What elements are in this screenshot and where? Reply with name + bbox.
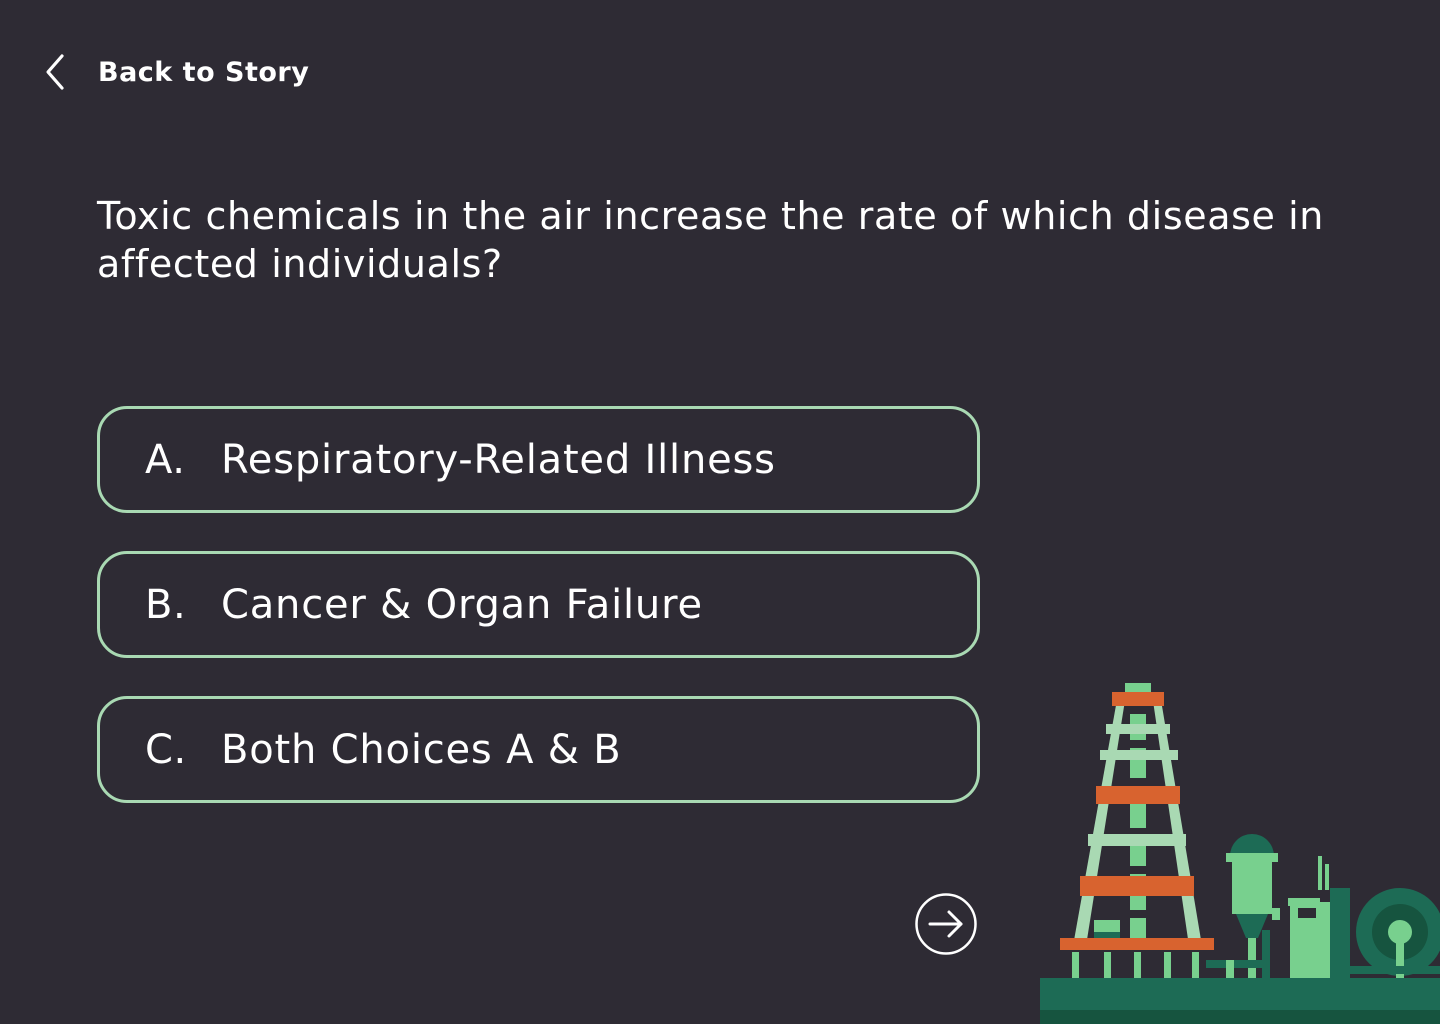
choice-c-text: Both Choices A & B — [221, 726, 622, 773]
back-to-story-label: Back to Story — [98, 56, 310, 88]
choice-a-button[interactable]: A. Respiratory-Related Illness — [97, 406, 980, 513]
choice-a-letter: A. — [145, 436, 186, 483]
answer-choices: A. Respiratory-Related Illness B. Cancer… — [97, 406, 980, 841]
choice-b-text: Cancer & Organ Failure — [221, 581, 703, 628]
choice-b-button[interactable]: B. Cancer & Organ Failure — [97, 551, 980, 658]
choice-b-letter: B. — [145, 581, 187, 628]
back-to-story-link[interactable]: Back to Story — [40, 52, 309, 92]
chevron-left-icon — [46, 54, 64, 90]
next-arrow-button[interactable] — [915, 893, 977, 955]
oil-refinery-illustration — [1040, 683, 1440, 1024]
choice-c-button[interactable]: C. Both Choices A & B — [97, 696, 980, 803]
arrow-right-circle-icon — [915, 893, 977, 955]
quiz-page: Back to Story Toxic chemicals in the air… — [0, 0, 1440, 1024]
question-text: Toxic chemicals in the air increase the … — [97, 194, 1324, 286]
choice-a-text: Respiratory-Related Illness — [221, 436, 776, 483]
choice-c-letter: C. — [145, 726, 187, 773]
